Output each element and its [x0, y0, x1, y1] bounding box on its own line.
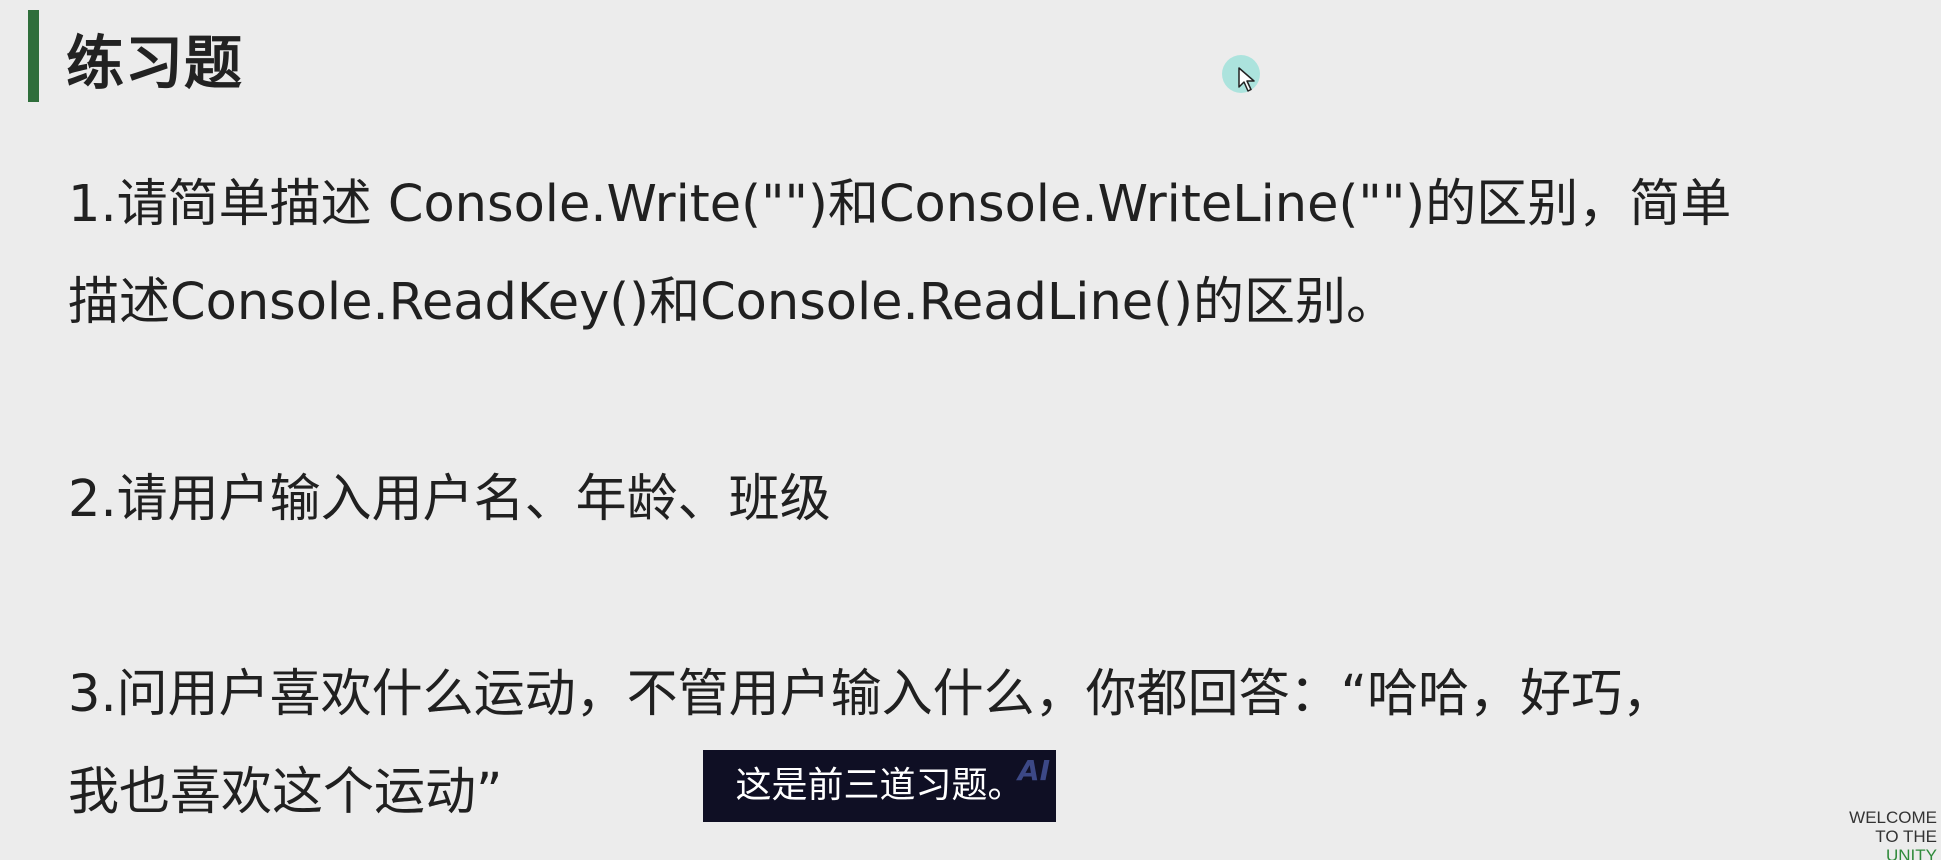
slide-title: 练习题 — [66, 29, 244, 97]
slide: 练习题 1.请简单描述 Console.Write("")和Console.Wr… — [0, 0, 1941, 860]
watermark-line-2: TO THE — [1875, 827, 1937, 846]
watermark-line-3: UNITY — [1886, 846, 1937, 860]
subtitle-text: 这是前三道习题。 — [735, 765, 1024, 806]
watermark-line-1: WELCOME — [1849, 808, 1937, 827]
question-1-line-2: 描述Console.ReadKey()和Console.ReadLine()的区… — [68, 273, 1397, 332]
title-accent-bar — [28, 10, 39, 102]
question-1: 1.请简单描述 Console.Write("")和Console.WriteL… — [68, 156, 1731, 352]
question-2-line-1: 2.请用户输入用户名、年龄、班级 — [68, 470, 831, 529]
question-1-line-1: 1.请简单描述 Console.Write("")和Console.WriteL… — [68, 175, 1732, 234]
question-3-line-1: 3.问用户喜欢什么运动，不管用户输入什么，你都回答：“哈哈，好巧， — [68, 665, 1674, 724]
video-subtitle: 这是前三道习题。 AI — [703, 750, 1056, 822]
ai-badge-icon: AI — [1017, 754, 1050, 787]
channel-watermark: WELCOME TO THE UNITY — [1847, 808, 1937, 860]
mouse-cursor-icon — [1238, 67, 1255, 92]
question-2: 2.请用户输入用户名、年龄、班级 — [68, 451, 831, 549]
